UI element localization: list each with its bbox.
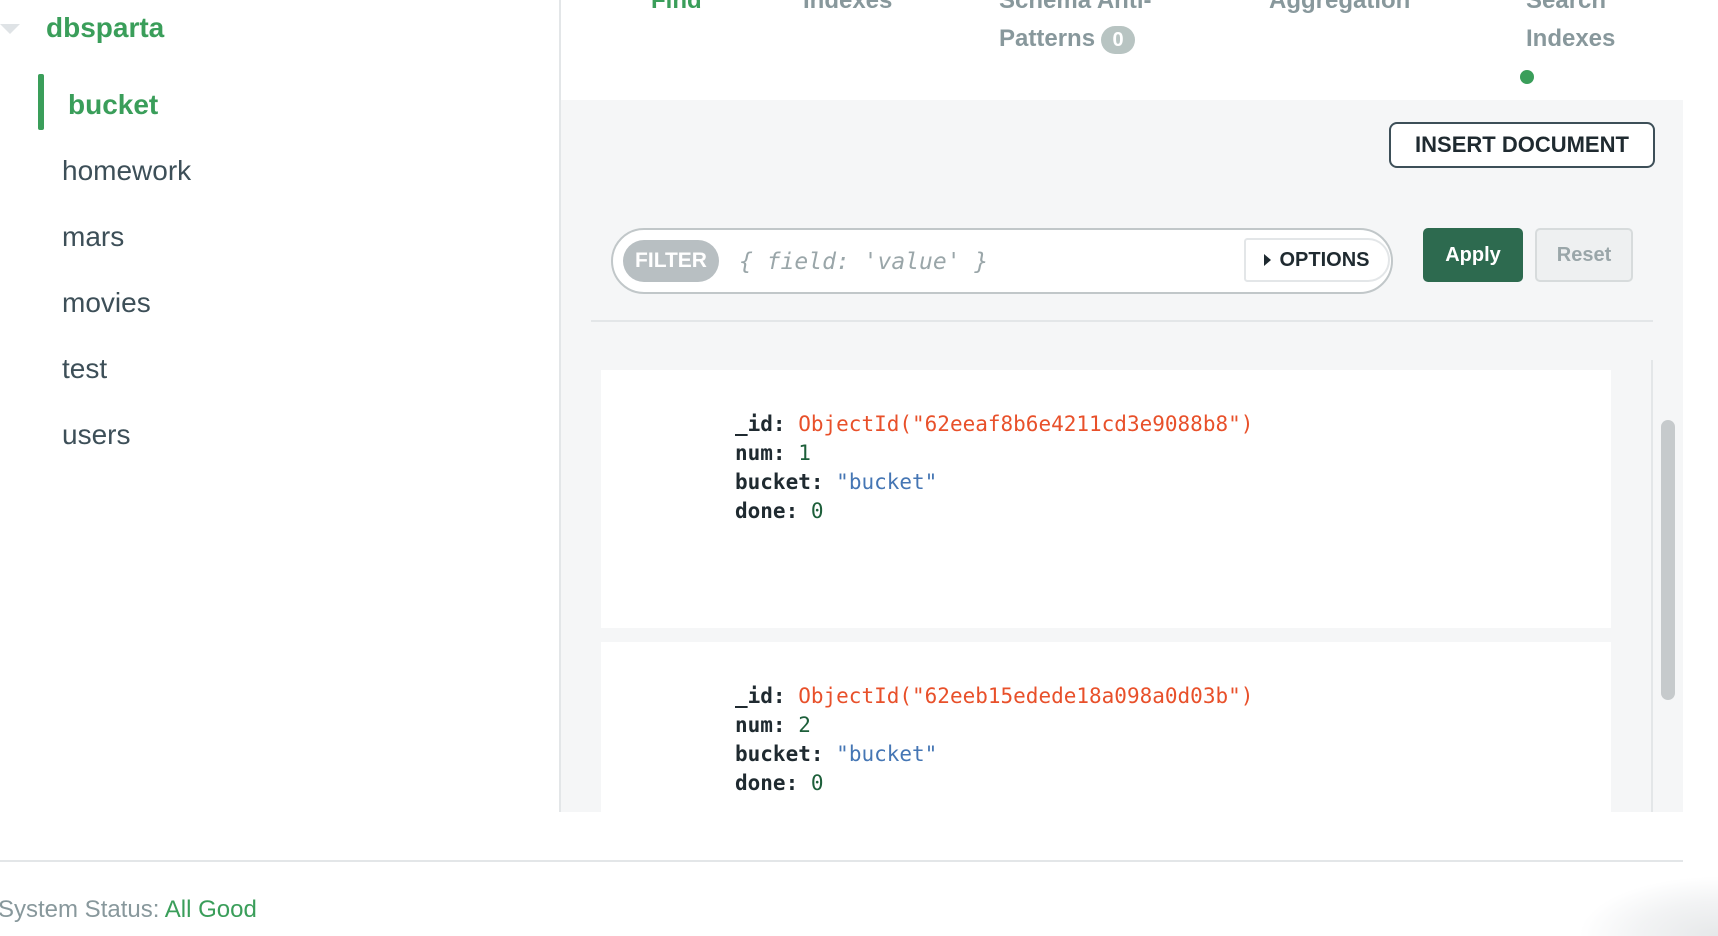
sidebar: dbsparta bucket homework mars movies tes… [0, 0, 560, 812]
field-value[interactable]: 1 [798, 441, 811, 465]
scrollbar-thumb[interactable] [1661, 420, 1675, 700]
tab-aggregation[interactable]: Aggregation [1269, 0, 1410, 20]
sidebar-item-bucket[interactable]: bucket [0, 72, 560, 138]
tab-find[interactable]: Find [651, 0, 702, 20]
apply-button[interactable]: Apply [1423, 228, 1523, 282]
field-value[interactable]: 0 [811, 771, 824, 795]
field-value[interactable]: 2 [798, 713, 811, 737]
system-status-label: System Status: [0, 896, 165, 923]
document-field: _id: ObjectId("62eeb15edede18a098a0d03b"… [735, 680, 1253, 712]
filter-input[interactable] [737, 242, 1221, 282]
sidebar-item-test[interactable]: test [0, 336, 560, 402]
field-key: num: [735, 713, 786, 737]
document-field: _id: ObjectId("62eeaf8b6e4211cd3e9088b8"… [735, 408, 1253, 440]
collection-tabs: Find Indexes Schema Anti-Patterns 0 Aggre… [561, 0, 1683, 100]
toolbar-divider [591, 320, 1653, 322]
document-field: num: 2 [735, 709, 811, 741]
document-list: _id: ObjectId("62eeaf8b6e4211cd3e9088b8"… [601, 360, 1621, 812]
anti-patterns-count-badge: 0 [1101, 25, 1136, 54]
tab-search-indexes[interactable]: Search Indexes [1526, 0, 1666, 58]
insert-document-button[interactable]: INSERT DOCUMENT [1389, 122, 1655, 168]
tab-schema-anti-patterns[interactable]: Schema Anti-Patterns 0 [999, 0, 1199, 58]
corner-shadow [1578, 876, 1718, 936]
field-key: bucket: [735, 470, 824, 494]
options-label: OPTIONS [1279, 248, 1370, 271]
field-key: done: [735, 771, 799, 795]
caret-right-icon [1264, 254, 1272, 266]
document-field: bucket: "bucket" [735, 738, 937, 770]
document-field: num: 1 [735, 437, 811, 469]
field-value[interactable]: "bucket" [836, 470, 937, 494]
footer-divider [0, 860, 1683, 862]
database-name[interactable]: dbsparta [46, 12, 164, 44]
filter-label: FILTER [623, 240, 719, 282]
document-card[interactable]: _id: ObjectId("62eeaf8b6e4211cd3e9088b8"… [601, 370, 1611, 628]
collection-list: bucket homework mars movies test users [0, 72, 560, 468]
field-value[interactable]: 0 [811, 499, 824, 523]
system-status-link[interactable]: All Good [165, 896, 257, 923]
sidebar-item-users[interactable]: users [0, 402, 560, 468]
query-bar: FILTER OPTIONS [611, 228, 1393, 294]
sidebar-item-homework[interactable]: homework [0, 138, 560, 204]
system-status: System Status: All Good [0, 896, 257, 924]
documents-panel: INSERT DOCUMENT FILTER OPTIONS Apply Res… [561, 100, 1683, 812]
field-key: bucket: [735, 742, 824, 766]
tab-indexes[interactable]: Indexes [803, 0, 892, 20]
sidebar-item-mars[interactable]: mars [0, 204, 560, 270]
reset-button[interactable]: Reset [1535, 228, 1633, 282]
document-field: bucket: "bucket" [735, 466, 937, 498]
document-field: done: 0 [735, 495, 824, 527]
field-value[interactable]: ObjectId("62eeaf8b6e4211cd3e9088b8") [798, 412, 1253, 436]
field-key: done: [735, 499, 799, 523]
chevron-down-icon[interactable] [0, 24, 20, 34]
field-value[interactable]: "bucket" [836, 742, 937, 766]
document-field: done: 0 [735, 767, 824, 799]
new-feature-dot-icon [1520, 70, 1534, 84]
field-key: _id: [735, 684, 786, 708]
field-key: _id: [735, 412, 786, 436]
field-key: num: [735, 441, 786, 465]
sidebar-item-movies[interactable]: movies [0, 270, 560, 336]
options-button[interactable]: OPTIONS [1244, 238, 1390, 282]
document-card[interactable]: _id: ObjectId("62eeb15edede18a098a0d03b"… [601, 642, 1611, 812]
field-value[interactable]: ObjectId("62eeb15edede18a098a0d03b") [798, 684, 1253, 708]
